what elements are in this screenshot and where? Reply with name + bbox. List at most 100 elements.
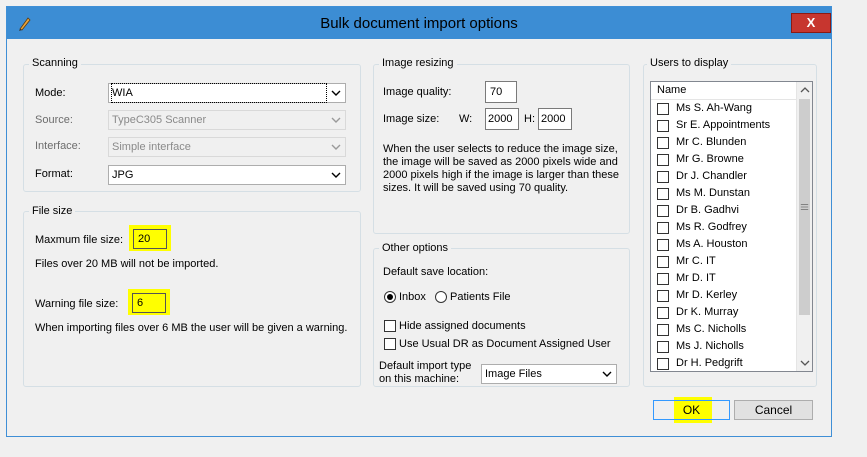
list-item[interactable]: Dr J. Chandler <box>651 168 797 185</box>
user-checkbox[interactable] <box>657 205 669 217</box>
user-checkbox[interactable] <box>657 341 669 353</box>
max-file-size-input[interactable]: 20 <box>133 229 167 249</box>
resize-note-line-2: the image will be saved as 2000 pixels w… <box>383 156 618 168</box>
interface-value: Simple interface <box>112 141 191 153</box>
warning-file-size-input[interactable]: 6 <box>132 293 166 313</box>
use-usual-dr-checkbox[interactable] <box>384 338 396 350</box>
user-name: Dr J. Chandler <box>676 170 747 182</box>
ok-button[interactable]: OK <box>653 400 730 420</box>
mode-select[interactable]: WIA <box>108 83 346 103</box>
import-type-select[interactable]: Image Files <box>481 364 617 384</box>
user-name: Mr G. Browne <box>676 153 744 165</box>
list-item[interactable]: Dr K. Murray <box>651 304 797 321</box>
format-label: Format: <box>35 168 73 180</box>
list-item[interactable]: Mr D. IT <box>651 270 797 287</box>
list-item[interactable]: Ms S. Ah-Wang <box>651 100 797 117</box>
list-item[interactable]: Mr C. IT <box>651 253 797 270</box>
chevron-down-icon <box>602 371 612 377</box>
file-size-group-label: File size <box>29 205 76 217</box>
patients-file-radio-label[interactable]: Patients File <box>450 291 511 303</box>
list-item[interactable]: Sr E. Appointments <box>651 117 797 134</box>
default-save-location-label: Default save location: <box>383 266 489 278</box>
dialog-window: Bulk document import options X Scanning … <box>6 6 832 437</box>
user-checkbox[interactable] <box>657 188 669 200</box>
list-item[interactable]: Dr H. Pedgrift <box>651 355 797 371</box>
other-options-group-label: Other options <box>379 242 452 254</box>
user-name: Ms S. Ah-Wang <box>676 102 753 114</box>
user-name: Dr K. Murray <box>676 306 739 318</box>
height-label: H: <box>524 113 535 125</box>
list-item[interactable]: Ms J. Nicholls <box>651 338 797 355</box>
width-label: W: <box>459 113 473 125</box>
image-quality-label: Image quality: <box>383 86 452 98</box>
user-name: Mr D. Kerley <box>676 289 738 301</box>
warning-file-size-note: When importing files over 6 MB the user … <box>35 322 348 334</box>
list-item[interactable]: Ms M. Dunstan <box>651 185 797 202</box>
scrollbar-thumb[interactable] <box>799 99 810 315</box>
list-item[interactable]: Ms C. Nicholls <box>651 321 797 338</box>
inbox-radio-label[interactable]: Inbox <box>399 291 426 303</box>
list-item[interactable]: Mr G. Browne <box>651 151 797 168</box>
image-height-input[interactable]: 2000 <box>538 108 572 130</box>
mode-label: Mode: <box>35 87 66 99</box>
title-bar[interactable]: Bulk document import options X <box>7 7 831 39</box>
chevron-down-icon <box>331 90 341 96</box>
user-name: Ms A. Houston <box>676 238 748 250</box>
user-checkbox[interactable] <box>657 239 669 251</box>
list-item[interactable]: Ms R. Godfrey <box>651 219 797 236</box>
image-quality-value: 70 <box>490 86 503 98</box>
inbox-radio[interactable] <box>384 291 396 303</box>
user-checkbox[interactable] <box>657 103 669 115</box>
user-checkbox[interactable] <box>657 222 669 234</box>
name-column-header[interactable]: Name <box>651 82 797 100</box>
format-select[interactable]: JPG <box>108 165 346 185</box>
close-button[interactable]: X <box>791 13 831 33</box>
image-size-label: Image size: <box>383 113 440 125</box>
user-checkbox[interactable] <box>657 256 669 268</box>
resize-note-line-4: sizes. It will be saved using 70 quality… <box>383 182 569 194</box>
user-checkbox[interactable] <box>657 358 669 370</box>
user-name: Ms J. Nicholls <box>676 340 744 352</box>
users-listbox[interactable]: Name Ms S. Ah-Wang Sr E. Appointments Mr C… <box>650 81 813 372</box>
cancel-button[interactable]: Cancel <box>734 400 813 420</box>
image-width-input[interactable]: 2000 <box>485 108 519 130</box>
users-scrollbar[interactable] <box>796 82 812 371</box>
interface-select[interactable]: Simple interface <box>108 137 346 157</box>
ok-button-label: OK <box>682 403 701 417</box>
chevron-down-icon <box>331 172 341 178</box>
use-usual-dr-label[interactable]: Use Usual DR as Document Assigned User <box>399 338 611 350</box>
max-file-size-note: Files over 20 MB will not be imported. <box>35 258 219 270</box>
list-item[interactable]: Mr D. Kerley <box>651 287 797 304</box>
user-checkbox[interactable] <box>657 171 669 183</box>
user-checkbox[interactable] <box>657 120 669 132</box>
user-name: Sr E. Appointments <box>676 119 771 131</box>
list-item[interactable]: Ms A. Houston <box>651 236 797 253</box>
patients-file-radio[interactable] <box>435 291 447 303</box>
user-name: Dr B. Gadhvi <box>676 204 739 216</box>
scanning-group-label: Scanning <box>29 57 81 69</box>
mode-value: WIA <box>111 83 327 103</box>
user-checkbox[interactable] <box>657 273 669 285</box>
interface-label: Interface: <box>35 140 81 152</box>
user-checkbox[interactable] <box>657 307 669 319</box>
user-checkbox[interactable] <box>657 290 669 302</box>
scroll-down-icon[interactable] <box>797 355 813 371</box>
image-quality-input[interactable]: 70 <box>485 81 517 103</box>
list-item[interactable]: Dr B. Gadhvi <box>651 202 797 219</box>
dialog-title: Bulk document import options <box>320 15 518 32</box>
scroll-up-icon[interactable] <box>797 82 813 98</box>
user-checkbox[interactable] <box>657 154 669 166</box>
source-select[interactable]: TypeC305 Scanner <box>108 110 346 130</box>
user-checkbox[interactable] <box>657 137 669 149</box>
radio-selected-dot <box>387 294 393 300</box>
max-file-size-label: Maxmum file size: <box>35 234 124 246</box>
hide-assigned-checkbox[interactable] <box>384 320 396 332</box>
user-name: Ms M. Dunstan <box>676 187 750 199</box>
user-checkbox[interactable] <box>657 324 669 336</box>
source-label: Source: <box>35 114 73 126</box>
name-column-header-label: Name <box>657 84 687 96</box>
list-item[interactable]: Mr C. Blunden <box>651 134 797 151</box>
format-value: JPG <box>112 169 134 181</box>
import-type-label-line-2: on this machine: <box>379 373 460 385</box>
hide-assigned-label[interactable]: Hide assigned documents <box>399 320 526 332</box>
